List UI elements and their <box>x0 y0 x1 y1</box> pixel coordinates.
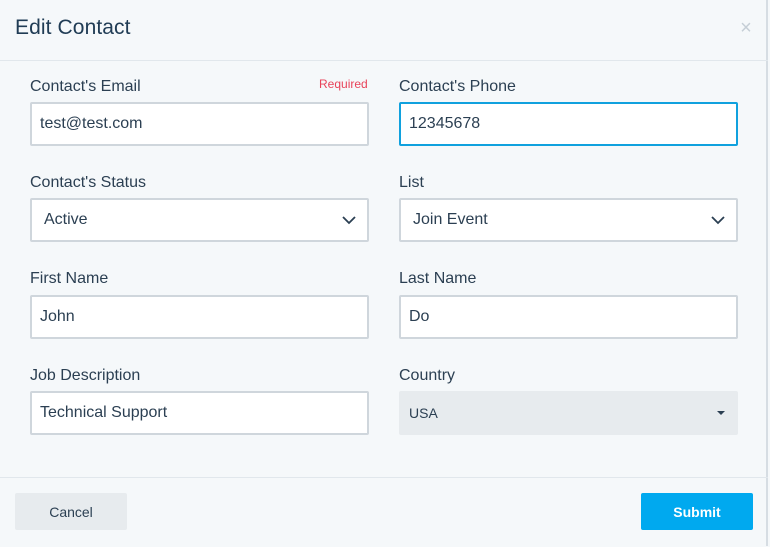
chevron-down-icon <box>342 216 356 225</box>
status-label: Contact's Status <box>30 174 146 191</box>
email-field[interactable] <box>30 102 369 146</box>
first-name-label: First Name <box>30 270 109 287</box>
list-select[interactable]: Join Event <box>399 198 738 242</box>
modal-header: Edit Contact × <box>0 0 768 61</box>
status-select-value: Active <box>44 211 88 228</box>
first-name-field[interactable] <box>30 295 369 339</box>
submit-button[interactable]: Submit <box>641 493 753 530</box>
edit-contact-modal: Edit Contact × Contact's Email Required … <box>0 0 768 546</box>
email-label: Contact's Email <box>30 78 141 95</box>
status-select[interactable]: Active <box>30 198 369 242</box>
job-description-field[interactable] <box>30 391 369 435</box>
country-select-value: USA <box>409 405 438 421</box>
last-name-label: Last Name <box>399 270 477 287</box>
job-description-label: Job Description <box>30 367 141 384</box>
country-label: Country <box>399 367 456 384</box>
phone-label: Contact's Phone <box>399 78 516 95</box>
caret-down-icon <box>717 411 725 415</box>
chevron-down-icon <box>711 216 725 225</box>
modal-title: Edit Contact <box>15 16 131 39</box>
phone-field[interactable] <box>399 102 738 146</box>
cancel-button[interactable]: Cancel <box>15 493 127 530</box>
list-select-value: Join Event <box>413 211 488 228</box>
country-select[interactable]: USA <box>399 391 738 435</box>
list-label: List <box>399 174 424 191</box>
close-icon[interactable]: × <box>738 18 754 38</box>
last-name-field[interactable] <box>399 295 738 339</box>
required-indicator: Required <box>319 77 368 91</box>
